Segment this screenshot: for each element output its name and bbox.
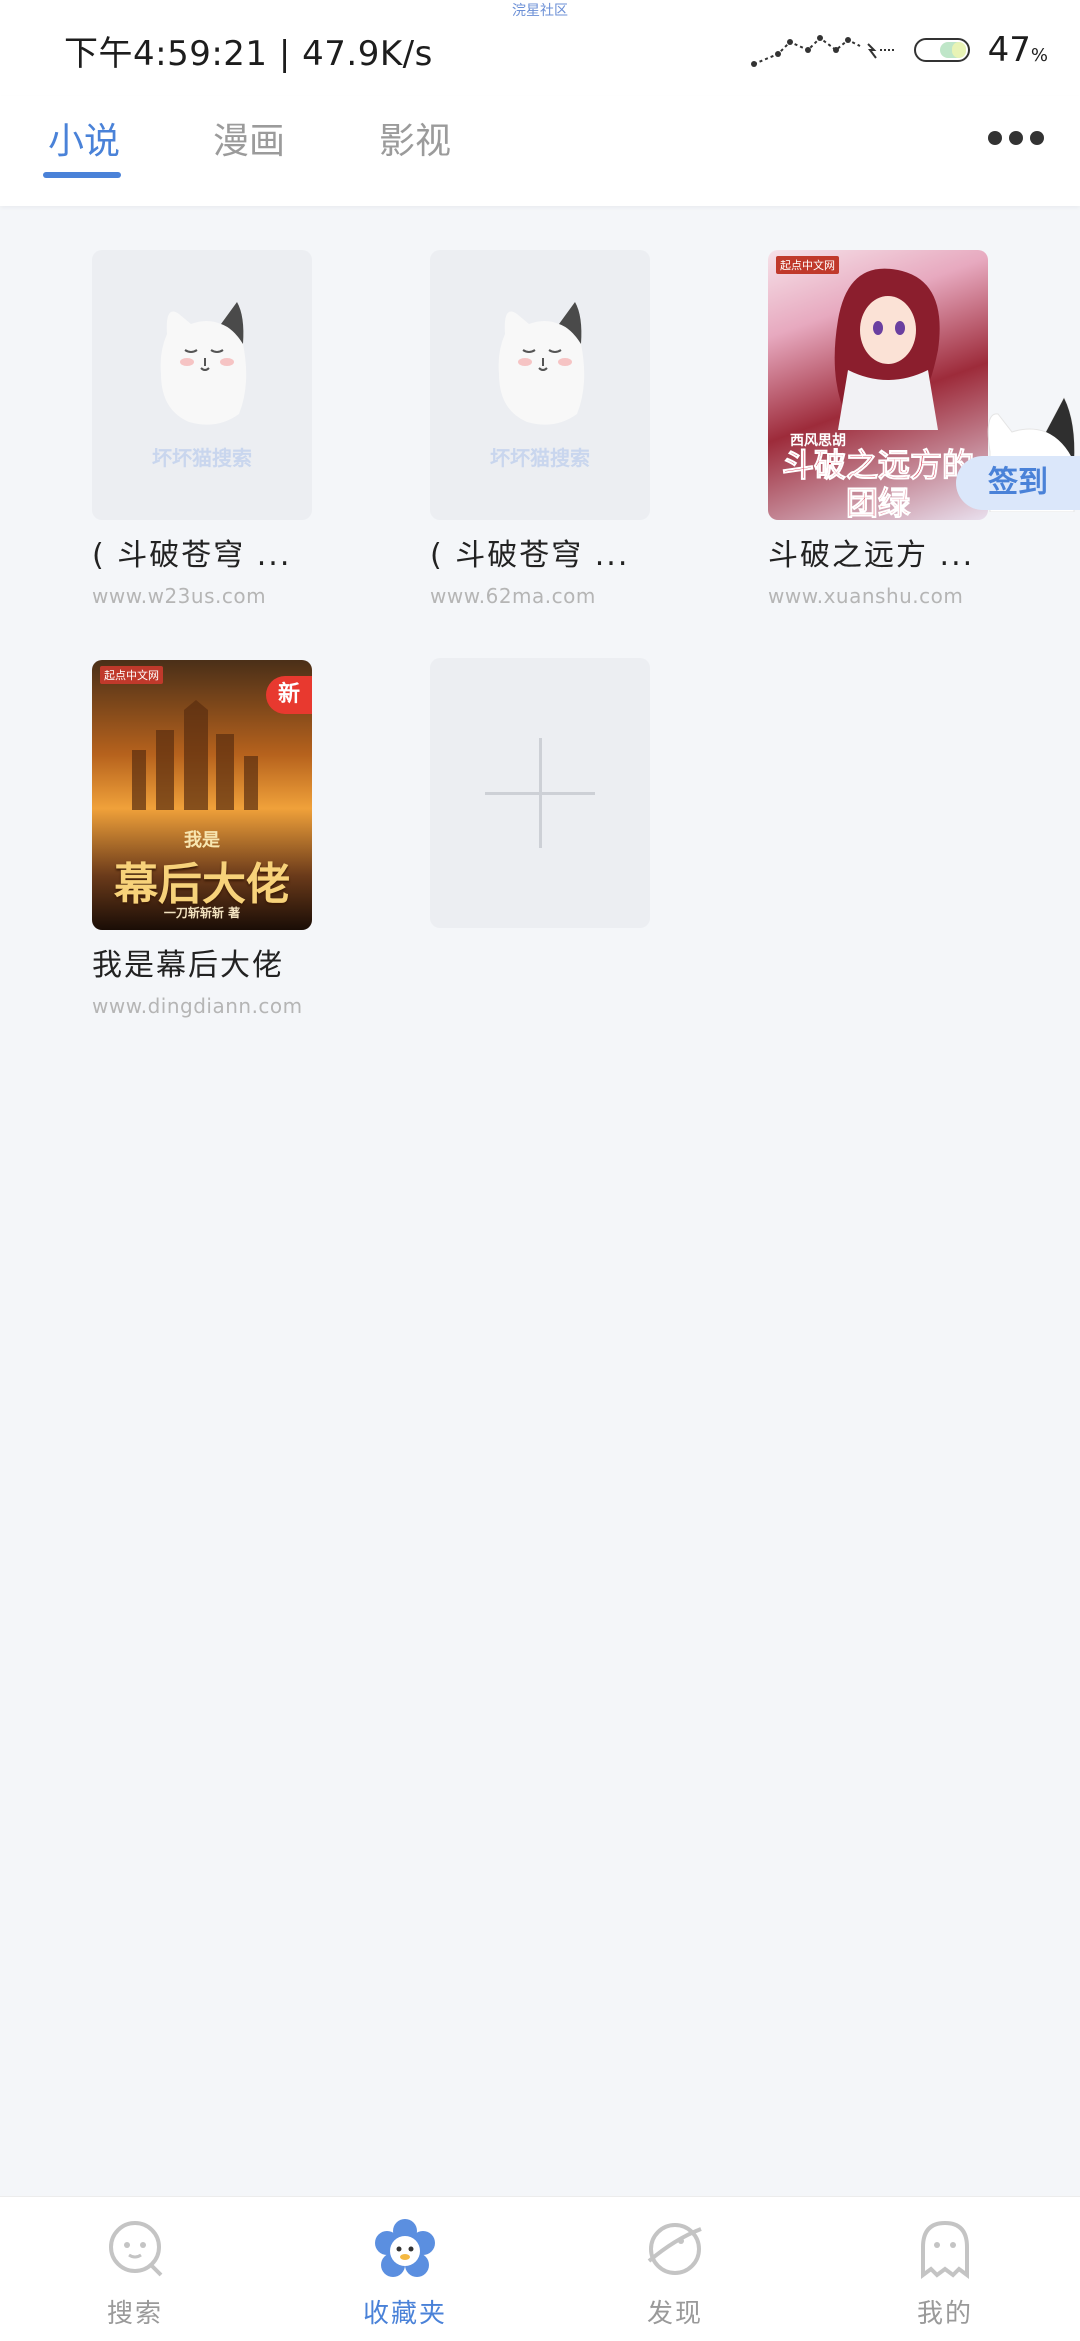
tab-videos[interactable]: 影视 bbox=[379, 112, 451, 164]
placeholder-watermark: 坏坏猫搜索 bbox=[152, 446, 252, 470]
nav-search[interactable]: 搜索 bbox=[0, 2197, 270, 2341]
checkin-button[interactable]: 签到 bbox=[956, 456, 1080, 510]
nav-profile[interactable]: 我的 bbox=[810, 2197, 1080, 2341]
plus-icon-bar bbox=[485, 792, 595, 795]
bottom-navigation: 搜索 收藏夹 发现 我的 bbox=[0, 2196, 1080, 2341]
book-cover-placeholder: 坏坏猫搜索 bbox=[430, 250, 650, 520]
placeholder-watermark: 坏坏猫搜索 bbox=[490, 446, 590, 470]
status-bar: 浣星社区 下午4:59:21 | 47.9K/s 47% bbox=[0, 0, 1080, 96]
book-cover-image: 起点中文网 新 我是 幕后大佬 一刀斩斩斩 著 bbox=[92, 660, 312, 930]
ghost-profile-icon bbox=[921, 2220, 969, 2279]
signal-constellation-icon bbox=[750, 35, 896, 67]
more-dot-icon bbox=[1030, 131, 1044, 145]
active-tab-indicator bbox=[43, 172, 121, 178]
book-source: www.w23us.com bbox=[92, 584, 267, 608]
book-source: www.dingdiann.com bbox=[92, 994, 303, 1018]
book-title: ( 斗破苍穹 ... bbox=[92, 538, 292, 573]
cover-title: 斗破之远方的团绿 bbox=[781, 446, 974, 521]
more-options-button[interactable] bbox=[988, 128, 1044, 148]
nav-label: 搜索 bbox=[106, 2299, 163, 2329]
book-source: www.62ma.com bbox=[430, 584, 596, 608]
castle-illustration bbox=[132, 700, 258, 810]
book-cover-image: 起点中文网 西风思胡 斗破之远方的团绿 bbox=[768, 250, 988, 520]
book-card[interactable]: 起点中文网 西风思胡 斗破之远方的团绿 斗破之远方 ... www.xuansh… bbox=[768, 250, 998, 608]
book-title: ( 斗破苍穹 ... bbox=[430, 538, 630, 573]
book-source: www.xuanshu.com bbox=[768, 584, 964, 608]
battery-percentage: 47% bbox=[987, 30, 1048, 70]
nav-label: 我的 bbox=[916, 2299, 973, 2329]
nav-favorites[interactable]: 收藏夹 bbox=[270, 2197, 540, 2341]
search-face-icon bbox=[109, 2221, 163, 2277]
cover-author: 一刀斩斩斩 著 bbox=[163, 906, 241, 920]
nav-discover[interactable]: 发现 bbox=[540, 2197, 810, 2341]
battery-icon bbox=[913, 38, 970, 62]
add-book-button[interactable] bbox=[430, 658, 650, 928]
book-title: 斗破之远方 ... bbox=[768, 538, 975, 573]
cover-publisher: 起点中文网 bbox=[100, 666, 163, 684]
status-icons: 47% bbox=[750, 28, 1048, 72]
book-title: 我是幕后大佬 bbox=[92, 948, 284, 983]
category-tab-bar: 小说 漫画 影视 bbox=[0, 96, 1080, 206]
book-card[interactable]: 坏坏猫搜索 ( 斗破苍穹 ... www.w23us.com bbox=[92, 250, 322, 608]
anime-girl-illustration bbox=[834, 268, 940, 430]
notification-label: 浣星社区 bbox=[512, 3, 568, 19]
book-card[interactable]: 坏坏猫搜索 ( 斗破苍穹 ... www.62ma.com bbox=[430, 250, 660, 608]
more-dot-icon bbox=[988, 131, 1002, 145]
more-dot-icon bbox=[1009, 131, 1023, 145]
planet-icon bbox=[647, 2223, 702, 2275]
book-card[interactable]: 起点中文网 新 我是 幕后大佬 一刀斩斩斩 著 我是幕后大佬 www.dingd… bbox=[92, 660, 322, 1018]
cat-mascot-icon bbox=[498, 302, 585, 425]
book-cover-placeholder: 坏坏猫搜索 bbox=[92, 250, 312, 520]
cat-mascot-icon bbox=[160, 302, 247, 425]
nav-label: 发现 bbox=[646, 2299, 703, 2329]
time-network-speed: 下午4:59:21 | 47.9K/s bbox=[64, 34, 433, 74]
tab-comics[interactable]: 漫画 bbox=[213, 112, 285, 164]
flower-chick-icon bbox=[375, 2219, 435, 2277]
cover-title-big: 幕后大佬 bbox=[114, 859, 290, 910]
nav-label: 收藏夹 bbox=[362, 2299, 447, 2329]
tab-novels[interactable]: 小说 bbox=[48, 112, 120, 164]
